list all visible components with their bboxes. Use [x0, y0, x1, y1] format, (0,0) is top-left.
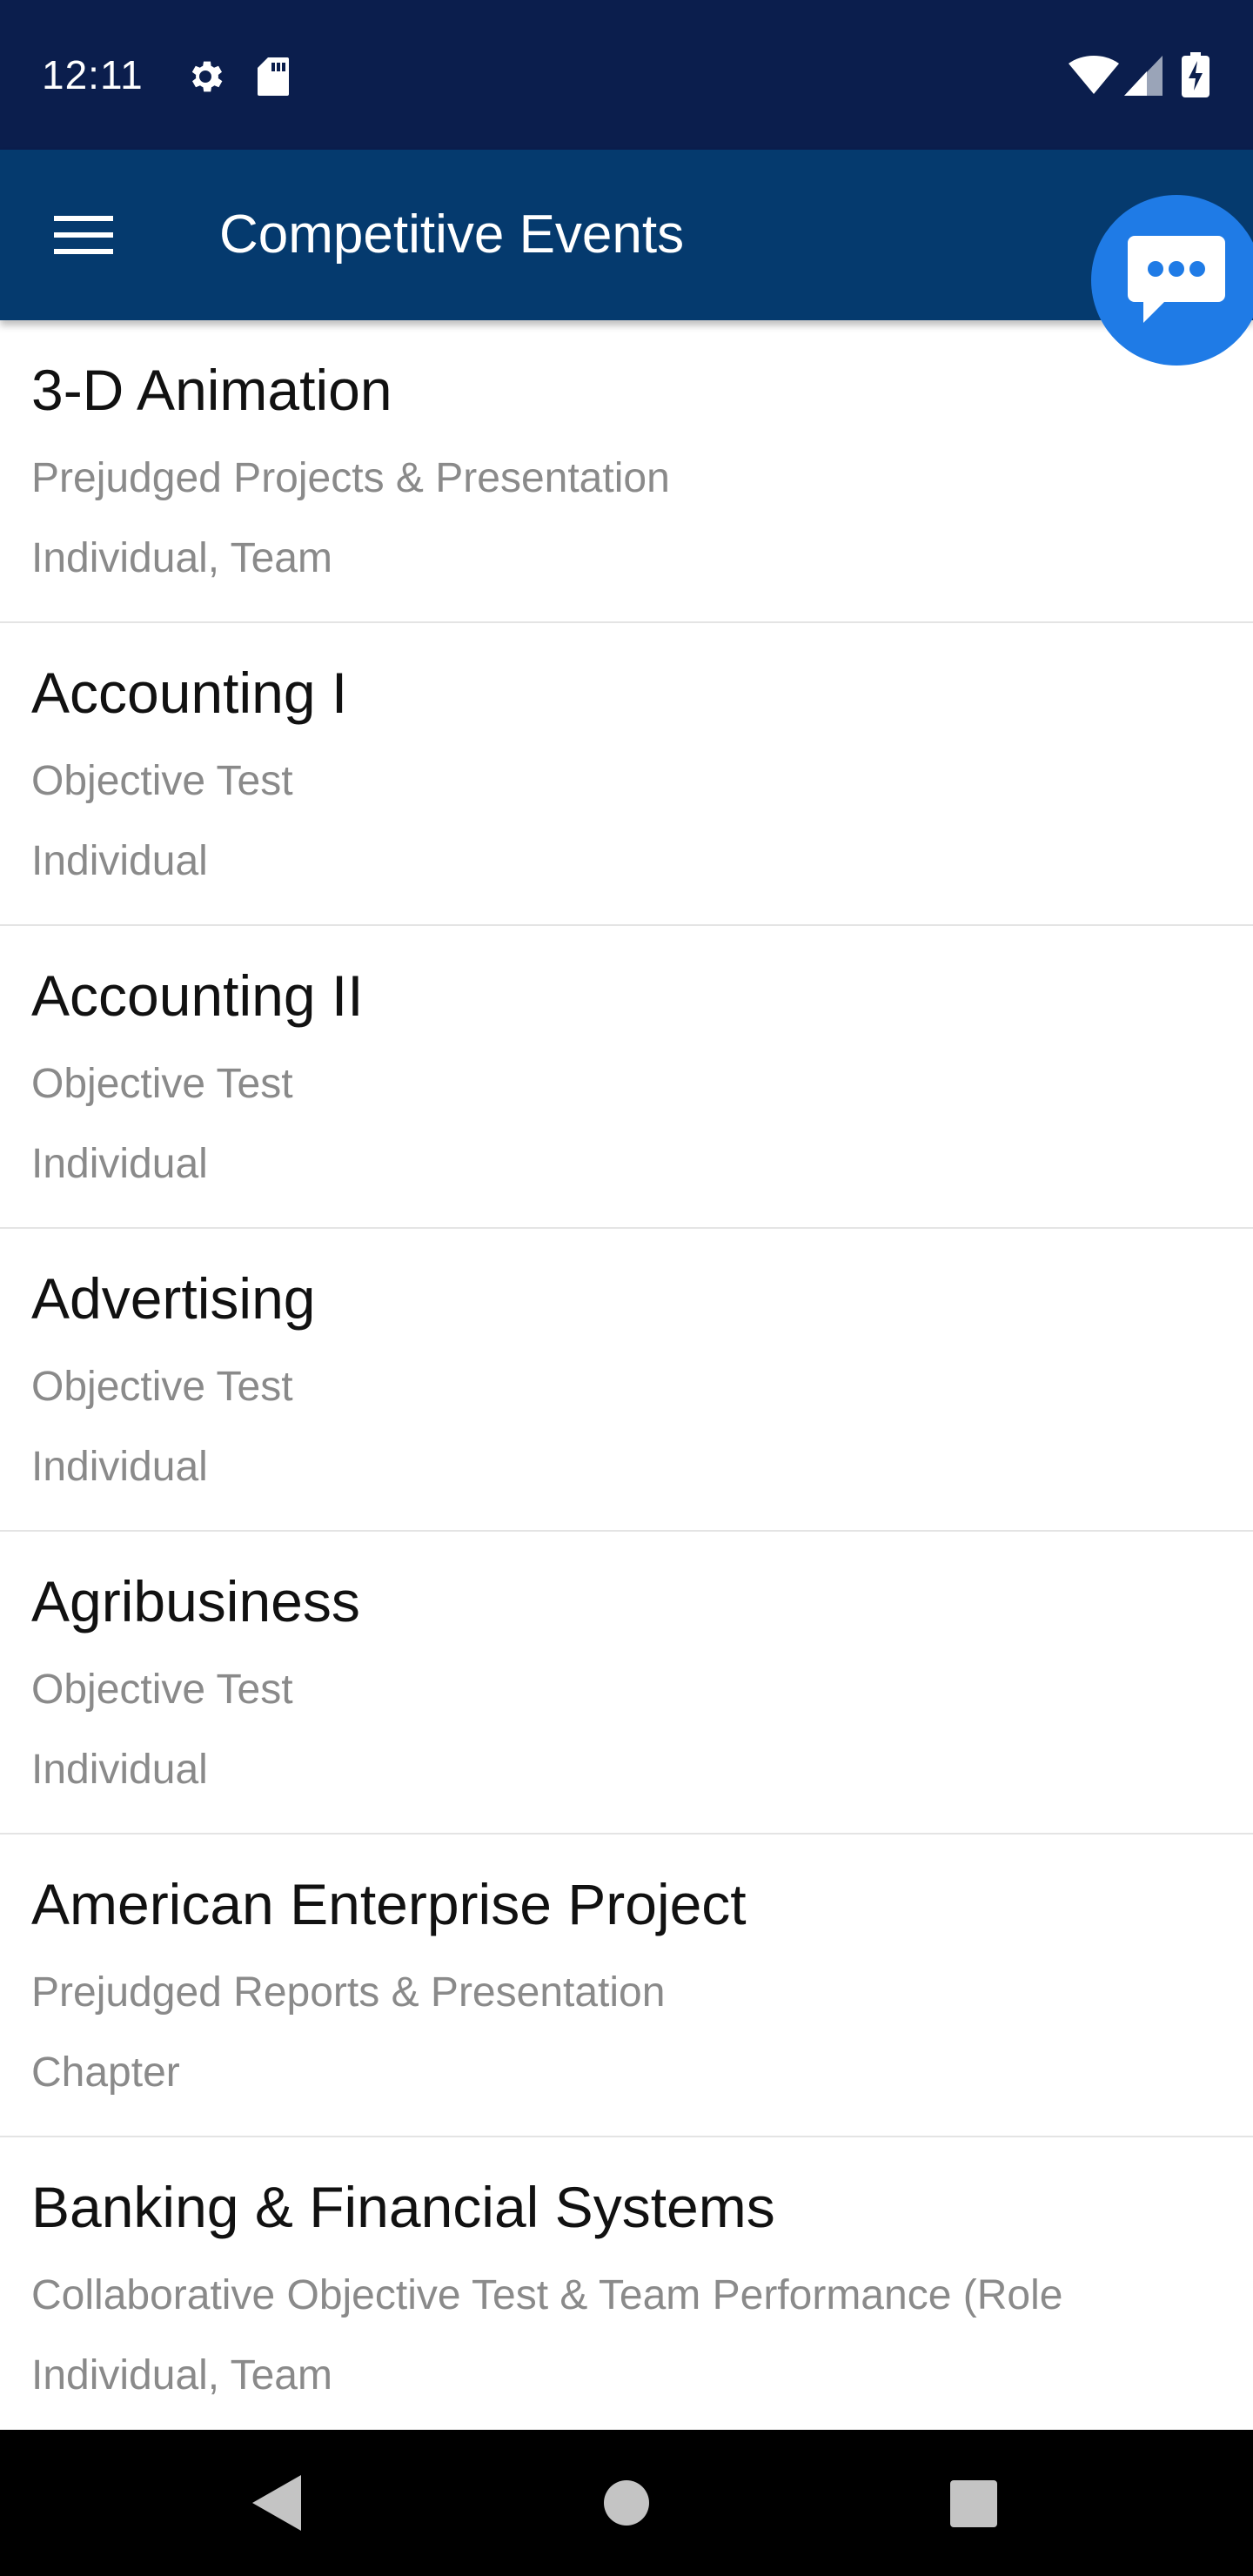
event-participation: Individual — [31, 1747, 208, 1793]
event-type: Objective Test — [31, 1364, 293, 1410]
event-type: Collaborative Objective Test & Team Perf… — [31, 2272, 1063, 2318]
event-title: Banking & Financial Systems — [31, 2175, 775, 2239]
wifi-icon — [1069, 56, 1119, 94]
battery-charging-icon — [1182, 52, 1209, 97]
status-time: 12:11 — [42, 52, 144, 97]
list-item-american-enterprise-project[interactable]: American Enterprise Project Prejudged Re… — [0, 1835, 1253, 2137]
system-nav-bar — [0, 2430, 1253, 2576]
event-type: Objective Test — [31, 1061, 293, 1107]
list-item-accounting-i[interactable]: Accounting I Objective Test Individual — [0, 623, 1253, 926]
event-participation: Individual, Team — [31, 535, 332, 581]
cell-signal-icon — [1124, 56, 1163, 96]
app-bar: Competitive Events — [0, 150, 1253, 320]
menu-button[interactable] — [42, 193, 125, 277]
list-item-3d-animation[interactable]: 3-D Animation Prejudged Projects & Prese… — [0, 320, 1253, 623]
recents-square-icon[interactable] — [950, 2480, 997, 2527]
list-item-advertising[interactable]: Advertising Objective Test Individual — [0, 1229, 1253, 1532]
page-title: Competitive Events — [219, 205, 685, 265]
event-participation: Individual — [31, 838, 208, 884]
status-bar: 12:11 — [0, 0, 1253, 150]
event-title: 3-D Animation — [31, 358, 392, 422]
event-list: 3-D Animation Prejudged Projects & Prese… — [0, 320, 1253, 2440]
event-participation: Individual, Team — [31, 2352, 332, 2398]
event-participation: Individual — [31, 1444, 208, 1490]
event-title: Accounting II — [31, 963, 364, 1028]
home-circle-icon[interactable] — [604, 2480, 649, 2526]
back-triangle-icon[interactable] — [252, 2475, 301, 2531]
event-type: Objective Test — [31, 1667, 293, 1713]
event-type: Prejudged Reports & Presentation — [31, 1969, 666, 2016]
list-item-agribusiness[interactable]: Agribusiness Objective Test Individual — [0, 1532, 1253, 1835]
list-item-accounting-ii[interactable]: Accounting II Objective Test Individual — [0, 926, 1253, 1229]
hamburger-menu-icon — [54, 216, 113, 254]
event-title: Accounting I — [31, 661, 348, 725]
sd-card-icon — [258, 57, 289, 96]
chat-button[interactable] — [1091, 195, 1253, 366]
event-title: Advertising — [31, 1266, 316, 1331]
event-title: Agribusiness — [31, 1569, 360, 1633]
event-participation: Individual — [31, 1141, 208, 1187]
event-type: Objective Test — [31, 758, 293, 804]
list-item-banking-financial-systems[interactable]: Banking & Financial Systems Collaborativ… — [0, 2137, 1253, 2440]
event-participation: Chapter — [31, 2049, 180, 2096]
chat-bubble-icon — [1128, 236, 1225, 323]
event-type: Prejudged Projects & Presentation — [31, 455, 670, 501]
gear-icon — [191, 61, 223, 92]
event-title: American Enterprise Project — [31, 1872, 747, 1936]
